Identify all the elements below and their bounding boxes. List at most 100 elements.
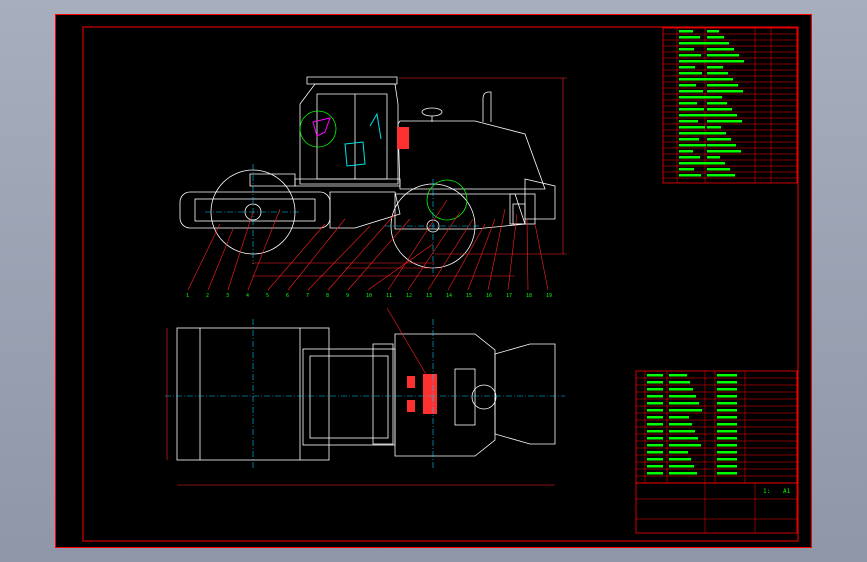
spec-row-text	[679, 96, 710, 99]
part-row-text	[669, 409, 702, 412]
leader-label: 1	[186, 293, 189, 299]
spec-row-text	[679, 102, 697, 105]
spec-row-text	[679, 78, 709, 81]
spec-row-text	[707, 72, 728, 75]
spec-row-text	[707, 126, 721, 129]
leader-label: 3	[226, 293, 229, 299]
parts-list	[635, 370, 798, 484]
spec-row-text	[707, 30, 719, 33]
leader-label: 6	[286, 293, 289, 299]
part-row-text	[647, 451, 663, 454]
spec-row-text	[679, 54, 701, 57]
part-row-text	[717, 409, 737, 412]
spec-row-text	[707, 90, 743, 93]
leader-label: 5	[266, 293, 269, 299]
part-row-text	[647, 444, 663, 447]
leader-label: 17	[506, 293, 512, 299]
part-row-text	[669, 451, 688, 454]
engine-hood	[397, 120, 546, 190]
part-row-text	[647, 381, 663, 384]
spec-row-text	[707, 120, 742, 123]
spec-row-text	[679, 90, 703, 93]
part-row-text	[717, 430, 737, 433]
spec-row-text	[707, 54, 739, 57]
part-row-text	[647, 402, 663, 405]
part-row-text	[669, 423, 692, 426]
spec-row-text	[679, 138, 699, 141]
spec-row-text	[679, 114, 711, 117]
part-row-text	[669, 458, 691, 461]
part-row-text	[647, 472, 663, 475]
leader-label: 9	[346, 293, 349, 299]
part-row-text	[669, 374, 687, 377]
spec-row-text	[679, 48, 694, 51]
spec-row-text	[707, 114, 737, 117]
leader-label: 13	[426, 293, 432, 299]
leader-label: 4	[246, 293, 249, 299]
top-view	[176, 327, 556, 461]
title-block: 1: A1	[635, 482, 798, 534]
part-row-text	[717, 374, 737, 377]
leader-label: 19	[546, 293, 552, 299]
part-row-text	[717, 444, 737, 447]
spec-row-text	[707, 102, 727, 105]
spec-row-text	[707, 150, 741, 153]
leader-label: 11	[386, 293, 392, 299]
spec-row-text	[679, 84, 696, 87]
cab	[299, 83, 399, 185]
part-row-text	[669, 402, 699, 405]
spec-row-text	[679, 36, 700, 39]
spec-row-text	[679, 144, 706, 147]
spec-row-text	[679, 66, 695, 69]
part-row-text	[669, 430, 695, 433]
part-row-text	[669, 381, 690, 384]
cad-viewport: 1 2 3 4 5 6 7 8 9 10 11 12 13 14 15 16 17 18 19	[0, 0, 867, 562]
part-row-text	[647, 423, 663, 426]
spec-row-text	[707, 42, 729, 45]
leader-label: 16	[486, 293, 492, 299]
spec-row-text	[679, 156, 700, 159]
leader-label: 8	[326, 293, 329, 299]
part-row-text	[669, 416, 689, 419]
spec-row-text	[707, 168, 730, 171]
spec-row-text	[679, 150, 693, 153]
part-row-text	[647, 388, 663, 391]
title-block-sheet: A1	[783, 488, 791, 495]
spec-row-text	[707, 96, 722, 99]
part-row-text	[647, 458, 663, 461]
spec-row-text	[679, 126, 705, 129]
part-row-text	[647, 465, 663, 468]
part-row-text	[669, 437, 698, 440]
spec-row-text	[679, 168, 694, 171]
part-row-text	[717, 416, 737, 419]
part-row-text	[717, 437, 737, 440]
part-row-text	[669, 465, 694, 468]
spec-row-text	[707, 162, 725, 165]
spec-row-text	[707, 36, 724, 39]
spec-row-text	[679, 30, 693, 33]
spec-row-text	[707, 144, 736, 147]
spec-row-text	[707, 174, 735, 177]
spec-row-text	[707, 84, 738, 87]
leader-lines: 1 2 3 4 5 6 7 8 9 10 11 12 13 14 15 16 17 18 19	[186, 199, 552, 299]
leader-label: 12	[406, 293, 412, 299]
part-row-text	[717, 458, 737, 461]
spec-row-text	[707, 66, 723, 69]
drawing-canvas[interactable]: 1 2 3 4 5 6 7 8 9 10 11 12 13 14 15 16 17 18 19	[55, 14, 812, 548]
spec-table	[662, 27, 798, 184]
part-row-text	[717, 465, 737, 468]
part-row-text	[717, 395, 737, 398]
part-row-text	[717, 402, 737, 405]
part-row-text	[647, 409, 663, 412]
part-row-text	[647, 430, 663, 433]
part-row-text	[717, 388, 737, 391]
part-row-text	[717, 472, 737, 475]
spec-row-text	[679, 42, 707, 45]
spec-row-text	[707, 108, 732, 111]
part-row-text	[669, 472, 697, 475]
leader-label: 7	[306, 293, 309, 299]
spec-row-text	[707, 156, 720, 159]
spec-row-text	[679, 72, 702, 75]
spec-row-text	[707, 60, 744, 63]
part-row-text	[669, 444, 701, 447]
